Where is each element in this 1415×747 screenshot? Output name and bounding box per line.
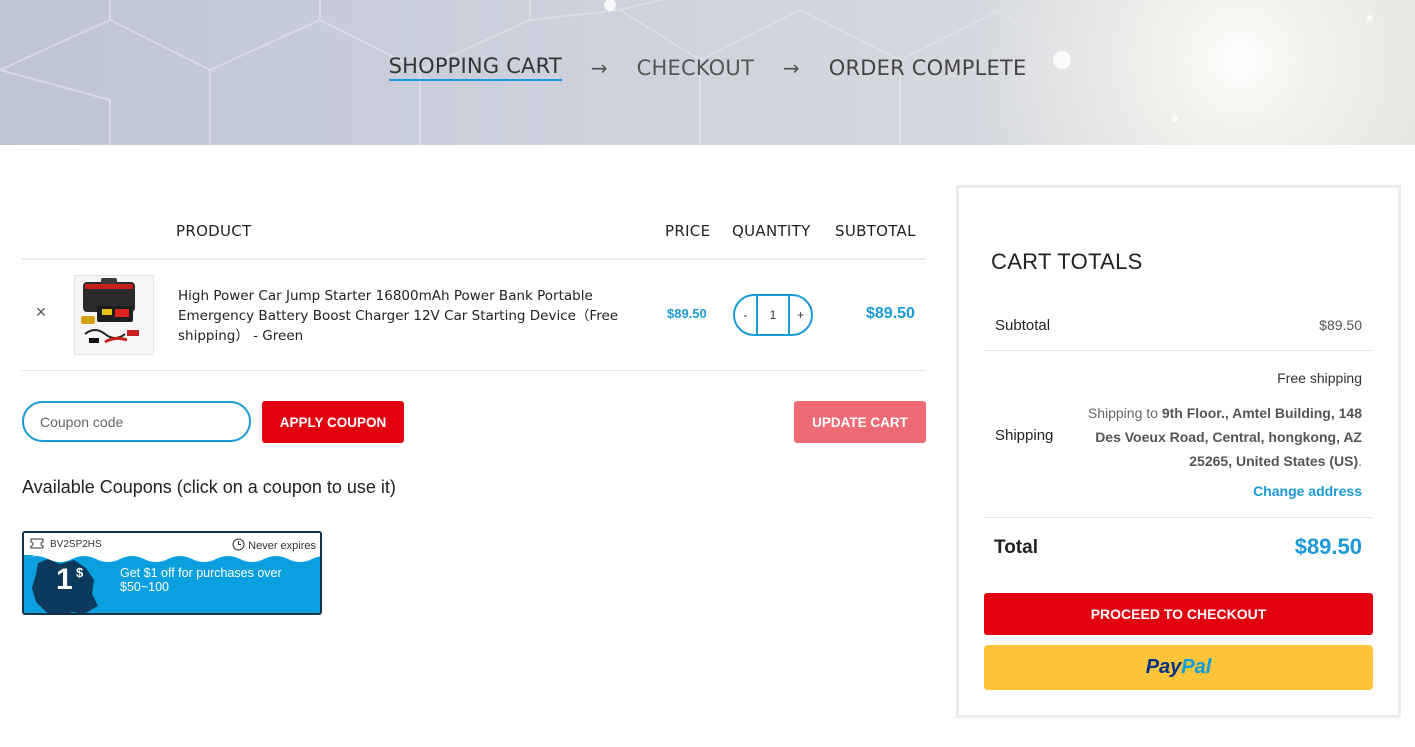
- header-quantity: QUANTITY: [732, 222, 811, 240]
- checkout-steps: SHOPPING CART → CHECKOUT → ORDER COMPLET…: [0, 54, 1415, 81]
- paypal-button[interactable]: PayPal: [984, 645, 1373, 690]
- coupon-card-header: BV2SP2HS Never expires: [24, 533, 320, 555]
- quantity-input[interactable]: 1: [755, 296, 791, 334]
- product-thumbnail[interactable]: [74, 275, 154, 355]
- header-product: PRODUCT: [176, 222, 252, 240]
- product-image: [75, 276, 153, 354]
- coupon-code-input[interactable]: [22, 401, 251, 442]
- total-value: $89.50: [1294, 534, 1362, 559]
- shipping-method: Free shipping: [1277, 370, 1362, 386]
- available-coupons-title: Available Coupons (click on a coupon to …: [22, 477, 396, 497]
- coupon-expiry-text: Never expires: [248, 540, 316, 552]
- coupon-expiry: Never expires: [232, 538, 316, 552]
- row-subtotal: $89.50: [866, 305, 915, 322]
- coupon-currency: $: [76, 565, 84, 580]
- paypal-logo-pay: Pay: [1145, 656, 1182, 678]
- update-cart-button[interactable]: UPDATE CART: [794, 401, 926, 443]
- shipping-label: Shipping: [995, 427, 1054, 444]
- apply-coupon-button[interactable]: APPLY COUPON: [262, 401, 404, 443]
- change-address-link[interactable]: Change address: [1200, 483, 1362, 499]
- table-header-divider: [22, 258, 926, 260]
- step-order-complete: ORDER COMPLETE: [828, 55, 1027, 80]
- coupon-code: BV2SP2HS: [50, 539, 102, 550]
- total-label: Total: [994, 537, 1038, 558]
- totals-divider: [984, 517, 1373, 518]
- quantity-decrease-button[interactable]: -: [735, 308, 756, 322]
- cart-totals-title: CART TOTALS: [991, 249, 1143, 274]
- quantity-increase-button[interactable]: +: [790, 308, 811, 322]
- header-price: PRICE: [665, 222, 711, 240]
- shipping-to-suffix: .: [1358, 453, 1362, 469]
- quantity-stepper[interactable]: - 1 +: [733, 294, 813, 336]
- step-arrow-icon: →: [782, 55, 800, 80]
- table-row-divider: [22, 370, 926, 371]
- subtotal-value: $89.50: [1319, 317, 1362, 333]
- shipping-destination: Shipping to 9th Floor., Amtel Building, …: [1075, 401, 1362, 473]
- page-banner: SHOPPING CART → CHECKOUT → ORDER COMPLET…: [0, 0, 1415, 145]
- totals-divider: [984, 350, 1373, 351]
- paypal-logo-pal: Pal: [1181, 656, 1212, 678]
- shipping-to-prefix: Shipping to: [1087, 405, 1162, 421]
- coupon-amount: 1: [56, 563, 73, 596]
- remove-item-icon[interactable]: ×: [33, 303, 49, 321]
- product-price: $89.50: [667, 306, 707, 321]
- clock-icon: [232, 538, 245, 551]
- ticket-icon: [30, 538, 44, 549]
- step-arrow-icon: →: [590, 55, 608, 80]
- subtotal-label: Subtotal: [995, 317, 1051, 334]
- product-name-link[interactable]: High Power Car Jump Starter 16800mAh Pow…: [178, 286, 628, 346]
- step-checkout[interactable]: CHECKOUT: [637, 56, 754, 80]
- proceed-to-checkout-button[interactable]: PROCEED TO CHECKOUT: [984, 593, 1373, 635]
- header-subtotal: SUBTOTAL: [835, 222, 916, 240]
- coupon-card[interactable]: BV2SP2HS Never expires 1 $ Get $1 off fo…: [22, 531, 322, 615]
- step-shopping-cart[interactable]: SHOPPING CART: [388, 54, 562, 81]
- coupon-description: Get $1 off for purchases over $50~100: [120, 566, 282, 594]
